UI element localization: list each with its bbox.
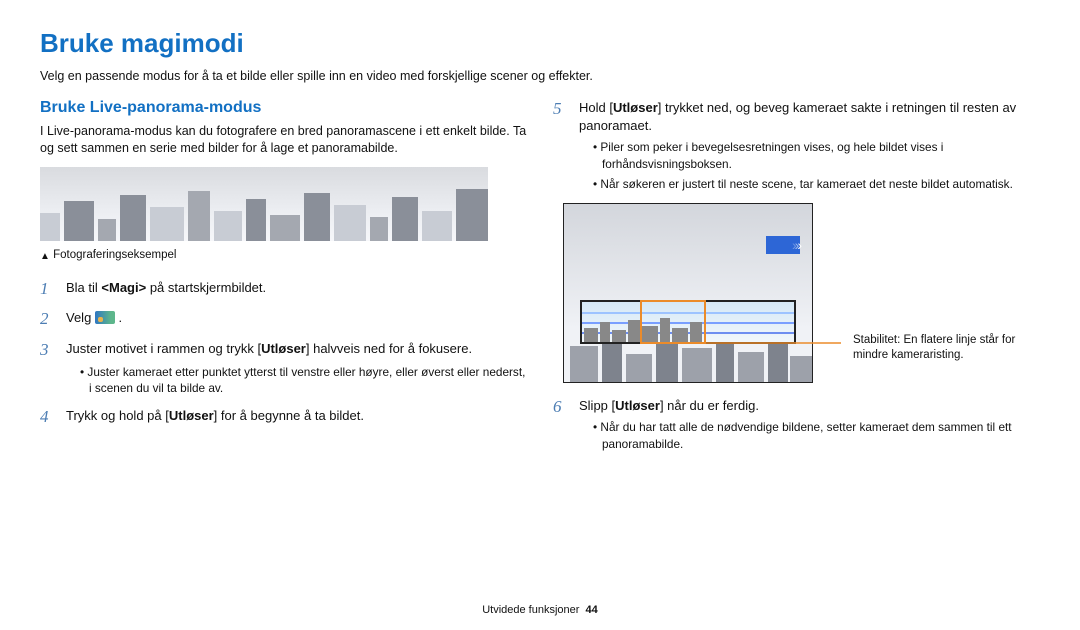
step-body: Velg . bbox=[66, 309, 122, 329]
step-number: 4 bbox=[40, 407, 56, 427]
section-title: Bruke Live-panorama-modus bbox=[40, 99, 527, 117]
panorama-illustration bbox=[40, 167, 488, 241]
step-body: Hold [Utløser] trykket ned, og beveg kam… bbox=[579, 99, 1040, 193]
illustration-caption: ▲ Fotograferingseksempel bbox=[40, 249, 527, 261]
step-body: Trykk og hold på [Utløser] for å begynne… bbox=[66, 407, 364, 427]
columns: Bruke Live-panorama-modus I Live-panoram… bbox=[40, 99, 1040, 462]
footer-section-label: Utvidede funksjoner bbox=[482, 604, 579, 616]
step-sub-bullet: • Piler som peker i bevegelsesretningen … bbox=[593, 139, 1040, 172]
step-body: Bla til <Magi> på startskjermbildet. bbox=[66, 279, 266, 299]
page-number: 44 bbox=[586, 604, 598, 616]
step-sub-bullet: • Når søkeren er justert til neste scene… bbox=[593, 176, 1040, 193]
step-number: 1 bbox=[40, 279, 56, 299]
step-body: Juster motivet i rammen og trykk [Utløse… bbox=[66, 340, 527, 397]
section-body: I Live-panorama-modus kan du fotografere… bbox=[40, 123, 527, 157]
stability-callout: Stabilitet: En flatere linje står for mi… bbox=[853, 333, 1033, 364]
step-3: 3 Juster motivet i rammen og trykk [Utlø… bbox=[40, 340, 527, 397]
step-number: 3 bbox=[40, 340, 56, 397]
panorama-mode-icon bbox=[95, 311, 115, 324]
right-column: 5 Hold [Utløser] trykket ned, og beveg k… bbox=[553, 99, 1040, 462]
page: Bruke magimodi Velg en passende modus fo… bbox=[0, 0, 1080, 630]
step-sub-bullet: • Når du har tatt alle de nødvendige bil… bbox=[593, 419, 1040, 452]
step-number: 2 bbox=[40, 309, 56, 329]
steps-left: 1 Bla til <Magi> på startskjermbildet. 2… bbox=[40, 279, 527, 427]
step-body: Slipp [Utløser] når du er ferdig. • Når … bbox=[579, 397, 1040, 452]
step-number: 6 bbox=[553, 397, 569, 452]
step-number: 5 bbox=[553, 99, 569, 193]
step-sub-bullet: • Juster kameraet etter punktet ytterst … bbox=[80, 364, 527, 397]
step-2: 2 Velg . bbox=[40, 309, 527, 329]
step-5: 5 Hold [Utløser] trykket ned, og beveg k… bbox=[553, 99, 1040, 193]
left-column: Bruke Live-panorama-modus I Live-panoram… bbox=[40, 99, 527, 462]
triangle-up-icon: ▲ bbox=[40, 251, 50, 262]
page-title: Bruke magimodi bbox=[40, 28, 1040, 59]
footer: Utvidede funksjoner 44 bbox=[0, 604, 1080, 616]
viewfinder-illustration: ››› bbox=[563, 203, 813, 383]
step-4: 4 Trykk og hold på [Utløser] for å begyn… bbox=[40, 407, 527, 427]
step5-illustration-wrap: ››› bbox=[553, 203, 1033, 383]
preview-strip bbox=[580, 300, 796, 344]
step-6: 6 Slipp [Utløser] når du er ferdig. • Nå… bbox=[553, 397, 1040, 452]
caption-text: Fotograferingseksempel bbox=[53, 249, 176, 261]
current-frame-highlight bbox=[640, 300, 706, 344]
intro-text: Velg en passende modus for å ta et bilde… bbox=[40, 69, 1040, 83]
direction-arrow-icon: ››› bbox=[766, 236, 800, 254]
step-1: 1 Bla til <Magi> på startskjermbildet. bbox=[40, 279, 527, 299]
